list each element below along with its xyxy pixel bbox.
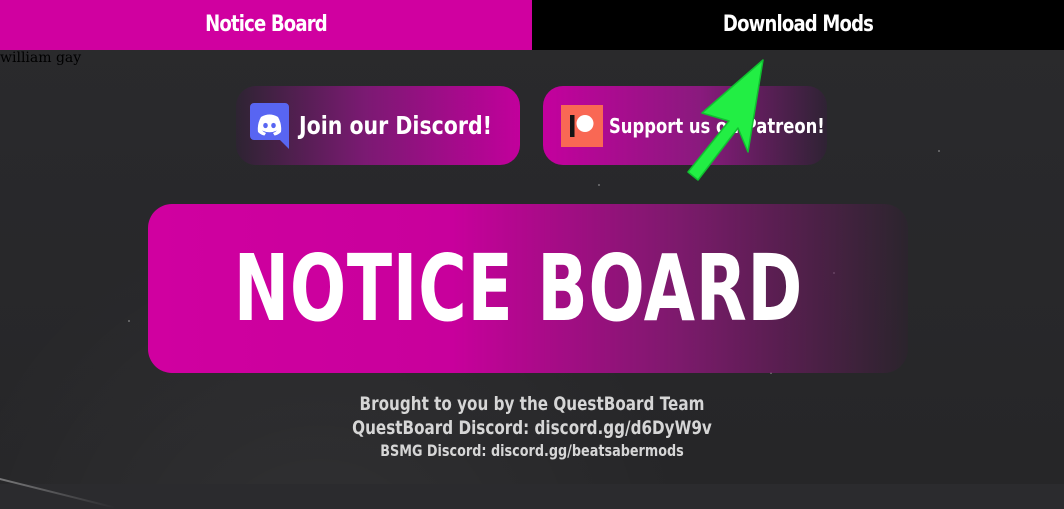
page-title: NOTICE BOARD: [233, 235, 803, 342]
join-discord-label: Join our Discord!: [299, 111, 493, 140]
patreon-icon: [561, 104, 603, 147]
background-streak: [0, 468, 116, 509]
caption-text: william gay: [0, 50, 82, 66]
questboard-discord-link[interactable]: QuestBoard Discord: discord.gg/d6DyW9v: [106, 416, 957, 440]
tab-notice-board-label: Notice Board: [205, 12, 328, 37]
tab-notice-board[interactable]: Notice Board: [0, 0, 532, 50]
tab-download-mods-label: Download Mods: [722, 12, 874, 37]
top-navigation: Notice Board Download Mods: [0, 0, 1064, 50]
credits-team-text: Brought to you by the QuestBoard Team: [359, 393, 705, 415]
discord-icon: [250, 102, 289, 149]
background-star: [598, 184, 600, 186]
credits-block: Brought to you by the QuestBoard Team Qu…: [0, 392, 1064, 462]
background-star: [938, 150, 940, 152]
background-star: [128, 320, 130, 322]
green-arrow-icon: [687, 59, 764, 181]
join-discord-button[interactable]: Join our Discord!: [236, 86, 520, 165]
notice-board-banner: NOTICE BOARD: [148, 204, 908, 373]
bsmg-discord-link[interactable]: BSMG Discord: discord.gg/beatsabermods: [106, 440, 957, 462]
tab-download-mods[interactable]: Download Mods: [532, 0, 1064, 50]
